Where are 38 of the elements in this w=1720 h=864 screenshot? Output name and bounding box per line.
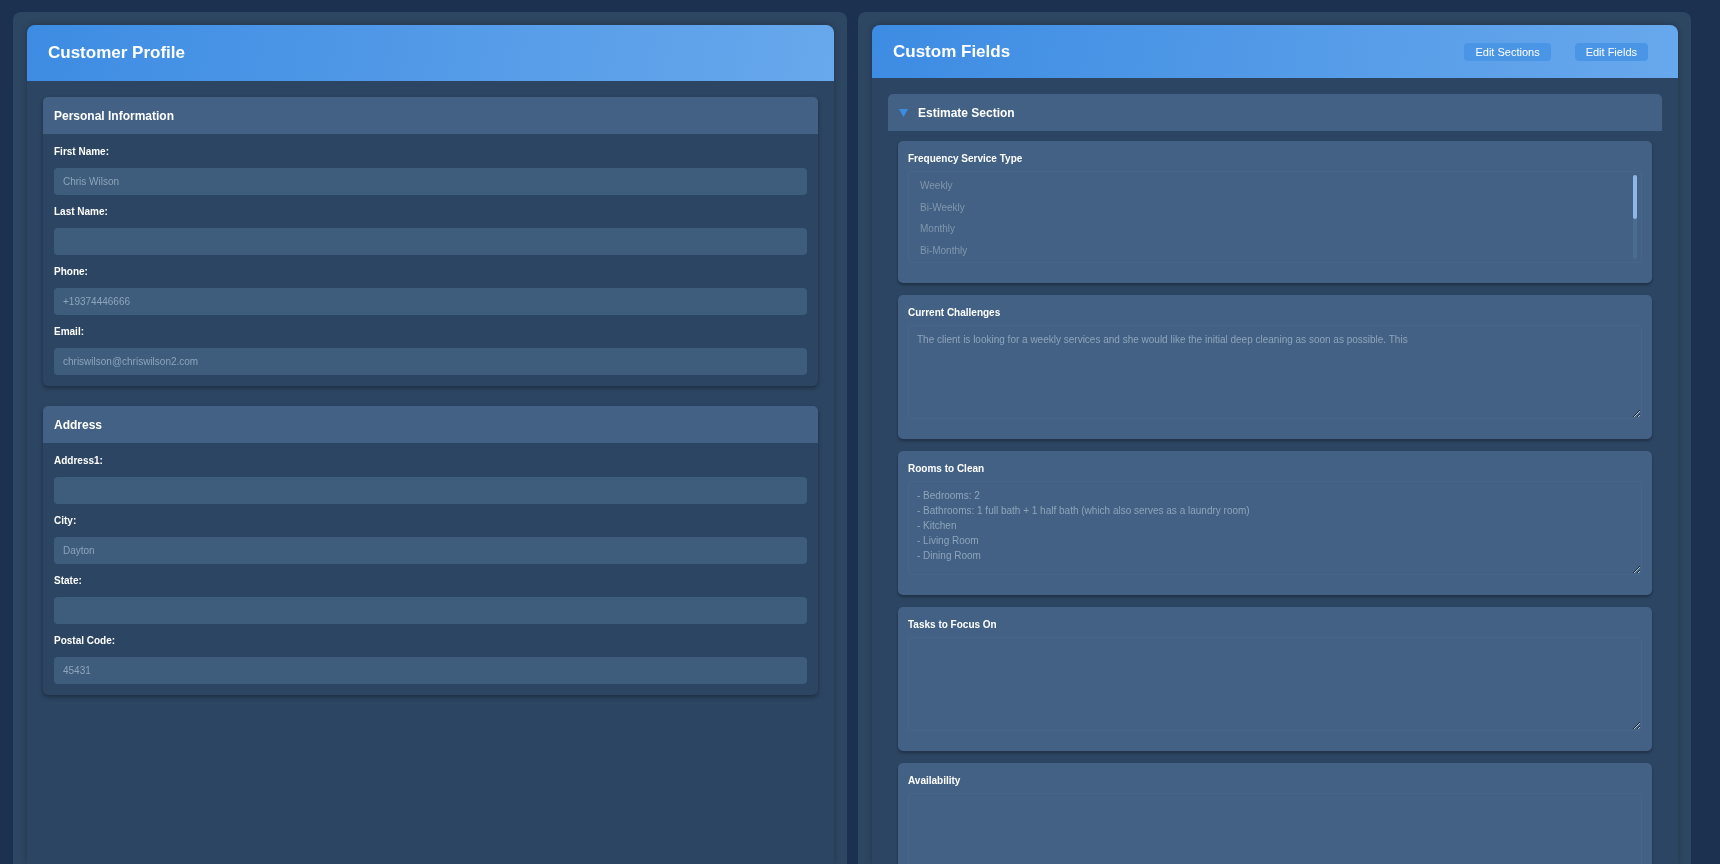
- section-title: Estimate Section: [918, 105, 1015, 120]
- text-area[interactable]: - Bedrooms: 2 - Bathrooms: 1 full bath + 1 half bath (which also serves as a laundry room) - Kitchen - Living Room - Dining Room: [908, 481, 1642, 575]
- section-title: Personal Information: [54, 108, 175, 123]
- field-label: Address1:: [54, 455, 104, 466]
- list-box[interactable]: Weekly Bi-Weekly Monthly Bi-Monthly: [908, 171, 1642, 263]
- section-title: Address: [54, 417, 103, 432]
- field-label: First Name:: [54, 146, 110, 157]
- field-label: City:: [54, 515, 78, 526]
- list-option[interactable]: Monthly: [920, 218, 955, 240]
- field-label: Current Challenges: [908, 307, 1002, 318]
- edit-button[interactable]: Edit Fields: [1574, 42, 1648, 61]
- field-label: Postal Code:: [54, 635, 117, 646]
- field-label: State:: [54, 575, 83, 586]
- input-field[interactable]: chriswilson@chriswilson2.com: [54, 348, 807, 375]
- section-header[interactable]: Estimate Section: [888, 94, 1662, 131]
- field-label: Last Name:: [54, 206, 109, 217]
- input-field[interactable]: Chris Wilson: [54, 168, 807, 195]
- field-label: Tasks to Focus On: [908, 619, 998, 630]
- input-field[interactable]: Dayton: [54, 537, 807, 564]
- list-option[interactable]: Bi-Weekly: [920, 196, 965, 218]
- scrollbar[interactable]: [1633, 175, 1637, 259]
- input-field[interactable]: [54, 597, 807, 624]
- input-field[interactable]: [54, 228, 807, 255]
- input-field[interactable]: 45431: [54, 657, 807, 684]
- field-label: Email:: [54, 326, 85, 337]
- list-option[interactable]: Weekly: [920, 175, 953, 197]
- field-label: Rooms to Clean: [908, 463, 986, 474]
- text-area[interactable]: [908, 637, 1642, 731]
- field-label: Phone:: [54, 266, 89, 277]
- input-field[interactable]: +19374446666: [54, 288, 807, 315]
- field-label: Availability: [908, 775, 962, 786]
- input-field[interactable]: [54, 477, 807, 504]
- card-title: Custom Fields: [893, 41, 1011, 62]
- field-label: Frequency Service Type: [908, 153, 1024, 164]
- list-option[interactable]: Bi-Monthly: [920, 239, 968, 261]
- card-title: Customer Profile: [48, 43, 185, 63]
- text-area[interactable]: The client is looking for a weekly services and she would like the initial deep cleaning as soon as possible. This: [908, 325, 1642, 419]
- edit-button[interactable]: Edit Sections: [1464, 42, 1551, 61]
